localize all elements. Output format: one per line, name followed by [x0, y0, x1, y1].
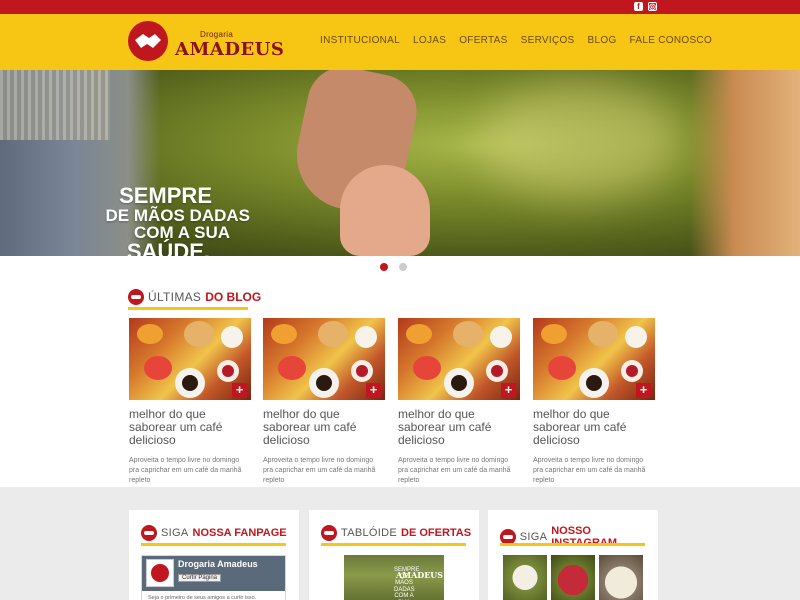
blog-card-title[interactable]: melhor do que saborear um café delicioso: [263, 407, 385, 448]
blog-card-excerpt: Aproveita o tempo livre no domingo pra c…: [398, 456, 511, 484]
tabloide-title: Tablóide de ofertas: [321, 525, 471, 541]
blog-card-image[interactable]: +: [129, 318, 251, 400]
blog-card-title[interactable]: melhor do que saborear um café delicioso: [398, 407, 520, 448]
instagram-photo[interactable]: [599, 555, 643, 600]
instagram-widget: Siga nosso instagram: [488, 510, 658, 600]
fanpage-title: Siga nossa fanpage: [141, 525, 287, 541]
handshake-icon: [128, 289, 144, 305]
social-links: f ◎: [634, 2, 657, 11]
plus-icon[interactable]: +: [501, 383, 516, 398]
hero-child-hand: [340, 165, 430, 256]
blog-card-image[interactable]: +: [263, 318, 385, 400]
slider-dots: [380, 263, 407, 271]
instagram-photo[interactable]: [503, 555, 547, 600]
tabloide-thumbnail[interactable]: SEMPRE DE MÃOS DADAS COM A SUA SAÚDE. AM…: [344, 555, 444, 600]
nav-ofertas[interactable]: Ofertas: [459, 35, 507, 46]
fanpage-widget: Siga nossa fanpage Drogaria Amadeus Curt…: [129, 510, 299, 600]
nav-servicos[interactable]: Serviços: [521, 35, 575, 46]
logo-subtitle: Drogaria: [200, 30, 234, 39]
blog-section-title: Últimas do blog: [128, 289, 261, 305]
plus-icon[interactable]: +: [366, 383, 381, 398]
logo-title: AMADEUS: [175, 39, 285, 60]
page-avatar: [146, 559, 174, 587]
blog-card-image[interactable]: +: [398, 318, 520, 400]
hero-child-hair: [690, 70, 800, 256]
blog-card-title[interactable]: melhor do que saborear um café delicioso: [533, 407, 655, 448]
facebook-icon[interactable]: f: [634, 2, 643, 11]
blog-card[interactable]: + melhor do que saborear um café delicios…: [263, 318, 385, 486]
handshake-icon: [321, 525, 337, 541]
nav-blog[interactable]: Blog: [588, 35, 617, 46]
nav-institucional[interactable]: Institucional: [320, 35, 400, 46]
fb-page-name[interactable]: Drogaria Amadeus: [178, 559, 258, 569]
instagram-icon[interactable]: ◎: [648, 2, 657, 11]
blog-card-title[interactable]: melhor do que saborear um café delicioso: [129, 407, 251, 448]
slider-dot[interactable]: [380, 263, 388, 271]
blog-card-excerpt: Aproveita o tempo livre no domingo pra c…: [129, 456, 242, 484]
fb-friends-text: Seja o primeiro de seus amigos a curtir …: [148, 595, 257, 600]
plus-icon[interactable]: +: [636, 383, 651, 398]
blog-card[interactable]: + melhor do que saborear um café delicios…: [398, 318, 520, 486]
site-header: Drogaria AMADEUS Institucional Lojas Ofe…: [0, 14, 800, 70]
facebook-page-plugin[interactable]: Drogaria Amadeus Curtir Página Seja o pr…: [141, 555, 286, 600]
blog-card-excerpt: Aproveita o tempo livre no domingo pra c…: [533, 456, 646, 484]
site-logo[interactable]: Drogaria AMADEUS: [128, 21, 284, 63]
blog-card[interactable]: + melhor do que saborear um café delicios…: [129, 318, 251, 486]
main-nav: Institucional Lojas Ofertas Serviços Blo…: [320, 35, 725, 46]
nav-fale-conosco[interactable]: Fale Conosco: [630, 35, 713, 46]
nav-lojas[interactable]: Lojas: [413, 35, 446, 46]
handshake-icon: [141, 525, 157, 541]
title-underline: [128, 307, 248, 310]
instagram-photo[interactable]: [551, 555, 595, 600]
like-page-button[interactable]: Curtir Página: [178, 574, 222, 582]
top-bar: f ◎: [0, 0, 800, 14]
tabloide-widget: Tablóide de ofertas SEMPRE DE MÃOS DADAS…: [309, 510, 479, 600]
plus-icon[interactable]: +: [232, 383, 247, 398]
blog-card[interactable]: + melhor do que saborear um café delicios…: [533, 318, 655, 486]
tabloide-logo: AMADEUS: [396, 570, 444, 580]
hero-slogan: Sempre de mãos dadas com a sua saúde.: [105, 183, 250, 257]
handshake-icon: [128, 21, 168, 61]
slider-dot[interactable]: [399, 263, 407, 271]
instagram-feed: [503, 555, 643, 600]
blog-card-excerpt: Aproveita o tempo livre no domingo pra c…: [263, 456, 376, 484]
blog-card-image[interactable]: +: [533, 318, 655, 400]
hero-banner[interactable]: Sempre de mãos dadas com a sua saúde.: [0, 70, 800, 256]
